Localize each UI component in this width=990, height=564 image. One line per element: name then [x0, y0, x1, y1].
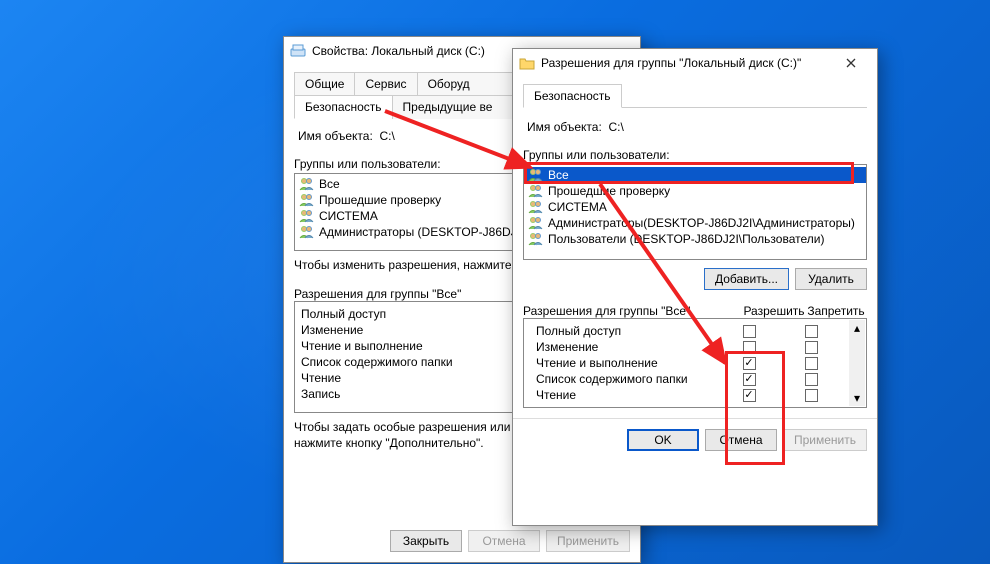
object-value: C:\	[379, 129, 394, 143]
group-item[interactable]: Все	[524, 167, 866, 183]
perm-row: Изменение	[530, 339, 848, 355]
deny-checkbox[interactable]	[805, 373, 818, 386]
group-name: Все	[319, 177, 340, 191]
window-body: Безопасность Имя объекта: C:\ Группы или…	[513, 77, 877, 461]
desktop: Свойства: Локальный диск (C:) Общие Серв…	[0, 0, 990, 564]
titlebar[interactable]: Разрешения для группы "Локальный диск (C…	[513, 49, 877, 77]
perm-name: Полный доступ	[536, 324, 718, 338]
deny-checkbox[interactable]	[805, 389, 818, 402]
tabs: Безопасность	[523, 83, 867, 108]
object-label: Имя объекта:	[298, 129, 373, 143]
add-button[interactable]: Добавить...	[704, 268, 789, 290]
perm-row: Список содержимого папки	[530, 371, 848, 387]
scroll-down-icon[interactable]: ▾	[849, 390, 865, 406]
add-remove-row: Добавить... Удалить	[523, 268, 867, 290]
allow-checkbox[interactable]	[743, 389, 756, 402]
groups-listbox[interactable]: Все Прошедшие проверку СИСТЕМА Администрато…	[523, 164, 867, 260]
window-title: Разрешения для группы "Локальный диск (C…	[541, 56, 831, 70]
folder-icon	[519, 55, 535, 71]
cancel-button[interactable]: Отмена	[705, 429, 777, 451]
allow-checkbox[interactable]	[743, 341, 756, 354]
deny-checkbox[interactable]	[805, 325, 818, 338]
perm-name: Изменение	[536, 340, 718, 354]
ok-button[interactable]: OK	[627, 429, 699, 451]
group-name: Администраторы (DESKTOP-J86DJ2	[319, 225, 523, 239]
allow-checkbox[interactable]	[743, 325, 756, 338]
close-button[interactable]: Закрыть	[390, 530, 462, 552]
perm-row: Полный доступ	[530, 323, 848, 339]
group-item[interactable]: СИСТЕМА	[524, 199, 866, 215]
groups-label: Группы или пользователи:	[523, 148, 867, 162]
group-name: Все	[548, 168, 569, 182]
tab-service[interactable]: Сервис	[354, 72, 417, 95]
deny-checkbox[interactable]	[805, 357, 818, 370]
deny-checkbox[interactable]	[805, 341, 818, 354]
perm-name: Чтение и выполнение	[536, 356, 718, 370]
perms-listbox: Полный доступ Изменение Чтение и выполнени…	[523, 318, 867, 408]
permissions-window: Разрешения для группы "Локальный диск (C…	[512, 48, 878, 526]
group-name: СИСТЕМА	[548, 200, 607, 214]
group-item[interactable]: Прошедшие проверку	[524, 183, 866, 199]
allow-checkbox[interactable]	[743, 373, 756, 386]
scroll-up-icon[interactable]: ▴	[849, 320, 865, 336]
object-label: Имя объекта:	[527, 120, 602, 134]
group-name: Прошедшие проверку	[319, 193, 441, 207]
remove-button[interactable]: Удалить	[795, 268, 867, 290]
cancel-button: Отмена	[468, 530, 540, 552]
group-name: Прошедшие проверку	[548, 184, 670, 198]
perm-row: Чтение	[530, 387, 848, 403]
group-item[interactable]: Пользователи (DESKTOP-J86DJ2I\Пользовате…	[524, 231, 866, 247]
tab-general[interactable]: Общие	[294, 72, 355, 95]
perm-row: Чтение и выполнение	[530, 355, 848, 371]
perm-deny-header: Запретить	[805, 304, 867, 318]
group-item[interactable]: Администраторы(DESKTOP-J86DJ2I\Администр…	[524, 215, 866, 231]
group-name: СИСТЕМА	[319, 209, 378, 223]
object-value: C:\	[608, 120, 623, 134]
perm-name: Чтение	[536, 388, 718, 402]
scrollbar[interactable]: ▴ ▾	[849, 320, 865, 406]
perm-header: Разрешения для группы "Все"	[523, 304, 743, 318]
apply-button: Применить	[783, 429, 867, 451]
allow-checkbox[interactable]	[743, 357, 756, 370]
group-name: Пользователи (DESKTOP-J86DJ2I\Пользовате…	[548, 232, 824, 246]
tab-security[interactable]: Безопасность	[523, 84, 622, 108]
drive-icon	[290, 43, 306, 59]
footer-buttons: OK Отмена Применить	[523, 429, 867, 451]
apply-button: Применить	[546, 530, 630, 552]
perm-allow-header: Разрешить	[743, 304, 805, 318]
close-icon[interactable]	[831, 49, 871, 77]
group-name: Администраторы(DESKTOP-J86DJ2I\Администр…	[548, 216, 855, 230]
perm-name: Список содержимого папки	[536, 372, 718, 386]
tab-security[interactable]: Безопасность	[294, 95, 393, 119]
footer-buttons: Закрыть Отмена Применить	[390, 530, 630, 552]
